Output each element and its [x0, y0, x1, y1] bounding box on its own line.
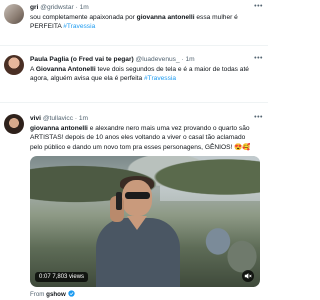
video-attribution: From gshow — [30, 290, 75, 299]
tweet-text: giovanna antonelli e alexandre nero mais… — [30, 125, 251, 151]
hashtag-link[interactable]: #Travessia — [63, 23, 95, 30]
video-time: 0:07 — [39, 274, 51, 280]
author-handle[interactable]: @luadevenus_ — [136, 56, 180, 63]
avatar[interactable] — [4, 4, 24, 24]
speaker-muted-glyph — [244, 273, 252, 279]
tweet-header: gri @gridwstar · 1m — [30, 4, 89, 11]
tweet-text: sou completamente apaixonada por giovann… — [30, 14, 238, 31]
timestamp[interactable]: 1m — [79, 115, 88, 122]
author-handle[interactable]: @gridwstar — [40, 4, 73, 11]
tweet[interactable]: Paula Paglia (o Fred vai te pegar) @luad… — [0, 46, 268, 103]
author-name[interactable]: gri — [30, 4, 38, 11]
more-dots-icon[interactable]: ••• — [254, 3, 263, 10]
author-handle[interactable]: @tullavicc — [43, 115, 73, 122]
avatar[interactable] — [4, 55, 24, 75]
tweet-header: vivi @tullavicc · 1m — [30, 115, 89, 122]
source-account-link[interactable]: gshow — [46, 291, 66, 298]
video-views: 7,803 views — [52, 274, 85, 280]
tweet[interactable]: gri @gridwstar · 1m ••• sou completament… — [0, 0, 268, 46]
tweet-text: A Giovanna Antonelli teve dois segundos … — [30, 66, 249, 83]
tweet-header: Paula Paglia (o Fred vai te pegar) @luad… — [30, 56, 195, 63]
video-player[interactable]: 0:07 7,803 views — [30, 156, 260, 287]
tweet-mention: giovanna antonelli — [30, 125, 88, 132]
video-frame-phone — [116, 192, 122, 210]
author-name[interactable]: Paula Paglia (o Fred vai te pegar) — [30, 56, 134, 63]
video-duration-views-badge: 0:07 7,803 views — [35, 272, 89, 282]
author-name[interactable]: vivi — [30, 115, 41, 122]
timestamp[interactable]: 1m — [186, 56, 195, 63]
more-dots-icon[interactable]: ••• — [254, 114, 263, 121]
tweet-mention: Giovanna Antonelli — [35, 66, 96, 73]
avatar[interactable] — [4, 114, 24, 134]
tweet-mention: giovanna antonelli — [136, 14, 195, 21]
speaker-muted-icon[interactable] — [242, 270, 254, 282]
more-dots-icon[interactable]: ••• — [254, 55, 263, 62]
tweet[interactable]: vivi @tullavicc · 1m ••• giovanna antone… — [0, 103, 268, 300]
video-frame-sunglasses — [125, 192, 150, 199]
hashtag-link[interactable]: #Travessia — [144, 75, 176, 82]
verified-icon — [67, 290, 75, 297]
timestamp[interactable]: 1m — [80, 4, 89, 11]
